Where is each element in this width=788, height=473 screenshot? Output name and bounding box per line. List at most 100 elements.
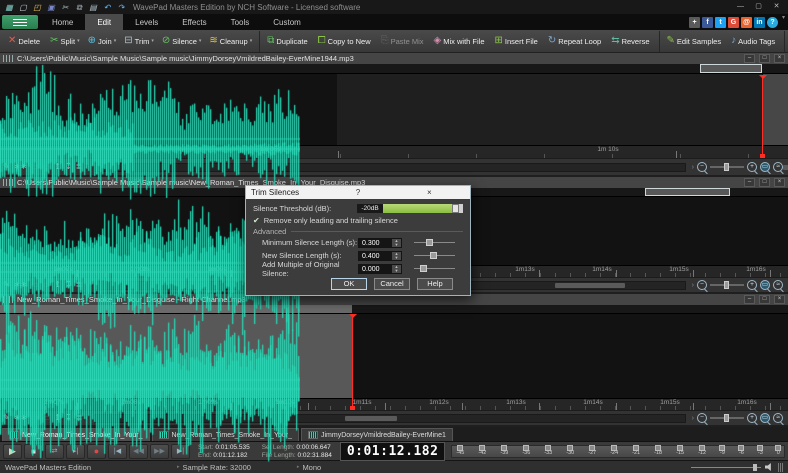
social-more-icon[interactable]: ▾: [782, 14, 785, 30]
zoom-slider[interactable]: [710, 417, 744, 419]
toolbar-button[interactable]: ⊘ Silence ▾: [158, 31, 206, 52]
cut-icon[interactable]: ✂: [59, 2, 71, 13]
toolbar-button[interactable]: ⎘ Paste Mix: [377, 31, 430, 52]
overview-window-indicator[interactable]: [645, 188, 730, 196]
track-3-overview[interactable]: [0, 305, 788, 314]
track-minimize-button[interactable]: –: [744, 295, 755, 304]
zoom-selection-button[interactable]: ▭: [760, 280, 770, 290]
track-minimize-button[interactable]: –: [744, 178, 755, 187]
zoom-slider[interactable]: [710, 166, 744, 168]
scroll-right-arrow[interactable]: ›: [692, 281, 694, 290]
close-button[interactable]: ✕: [768, 1, 785, 13]
scrollbar-thumb[interactable]: [345, 416, 397, 421]
zoom-in-button[interactable]: +: [747, 162, 757, 172]
spin-down-icon[interactable]: ▼: [392, 269, 401, 273]
main-menu-button[interactable]: [2, 15, 38, 29]
redo-icon[interactable]: ↷: [115, 2, 127, 13]
dialog-help-icon[interactable]: ?: [322, 188, 393, 197]
scrollbar-thumb[interactable]: [555, 283, 625, 288]
paste-icon[interactable]: ▤: [87, 2, 99, 13]
min-silence-input[interactable]: 0.300 ▲▼: [358, 238, 402, 248]
zoom-full-button[interactable]: ≈: [773, 162, 783, 172]
zoom-selection-button[interactable]: ▭: [760, 413, 770, 423]
toolbar-button[interactable]: ◈ Mix with File: [430, 31, 491, 52]
toolbar-button[interactable]: ✕ Delete: [4, 31, 46, 52]
ribbon-tab[interactable]: Edit: [85, 14, 123, 30]
toolbar-button[interactable]: ✎ Edit Samples: [659, 31, 728, 52]
zoom-in-button[interactable]: +: [747, 280, 757, 290]
maximize-button[interactable]: ▢: [750, 1, 767, 13]
copy-icon[interactable]: ⧉: [73, 2, 85, 13]
threshold-slider[interactable]: -20dB: [357, 204, 463, 213]
toolbar-button[interactable]: ↻ Repeat Loop: [544, 31, 607, 52]
threshold-slider-handle[interactable]: [452, 204, 459, 213]
track-1-waveform[interactable]: [0, 74, 788, 145]
new-silence-input[interactable]: 0.400 ▲▼: [358, 251, 402, 261]
new-silence-slider[interactable]: [414, 255, 455, 256]
ribbon-tab[interactable]: Custom: [261, 14, 313, 30]
dialog-close-icon[interactable]: ×: [394, 188, 465, 197]
ribbon-tab[interactable]: Effects: [170, 14, 218, 30]
track-maximize-button[interactable]: □: [759, 178, 770, 187]
zoom-out-button[interactable]: −: [697, 162, 707, 172]
track-3-waveform[interactable]: [0, 314, 788, 398]
zoom-slider[interactable]: [710, 284, 744, 286]
toolbar-button[interactable]: ⊕ Join ▾: [84, 31, 121, 52]
toolbar-button[interactable]: ▤ Regions ▾: [784, 31, 788, 52]
save-icon[interactable]: ▣: [45, 2, 57, 13]
help-button[interactable]: Help: [417, 278, 453, 290]
toolbar-button[interactable]: ⧉ Duplicate: [259, 31, 313, 52]
toolbar-button[interactable]: ⇆ Reverse: [607, 31, 655, 52]
zoom-out-button[interactable]: −: [697, 280, 707, 290]
minimize-button[interactable]: —: [732, 1, 749, 13]
track-close-button[interactable]: ×: [774, 178, 785, 187]
playhead-cursor[interactable]: [762, 75, 763, 158]
zoom-out-button[interactable]: −: [697, 413, 707, 423]
zoom-full-button[interactable]: ≈: [773, 280, 783, 290]
undo-icon[interactable]: ↶: [101, 2, 113, 13]
doc-tab-3[interactable]: JimmyDorseyVmildredBailey-EverMine1: [301, 428, 453, 441]
new-file-icon[interactable]: ▢: [17, 2, 29, 13]
title-bar: ▦ ▢ ◰ ▣ ✂ ⧉: [0, 0, 788, 14]
speaker-icon[interactable]: [765, 463, 774, 472]
toolbar-button[interactable]: ⧠ Copy to New: [314, 31, 377, 52]
overview-window-indicator[interactable]: [700, 64, 762, 73]
meter-tick-label: -45: [456, 450, 464, 457]
channel-mode-selector[interactable]: ▸ Mono: [297, 463, 321, 472]
track-1-overview[interactable]: [0, 64, 788, 74]
track-minimize-button[interactable]: –: [744, 54, 755, 63]
file-waveform-icon: [308, 431, 318, 439]
track-close-button[interactable]: ×: [774, 295, 785, 304]
dialog-title-bar[interactable]: Trim Silences ? ×: [246, 186, 470, 199]
ribbon-tab[interactable]: Home: [40, 14, 85, 30]
add-multiple-slider[interactable]: [414, 268, 455, 269]
scroll-right-arrow[interactable]: ›: [692, 414, 694, 423]
add-multiple-input[interactable]: 0.000 ▲▼: [358, 264, 402, 274]
track-maximize-button[interactable]: □: [759, 54, 770, 63]
toolbar-icon: ⧠: [318, 36, 326, 46]
zoom-full-button[interactable]: ≈: [773, 413, 783, 423]
track-close-button[interactable]: ×: [774, 54, 785, 63]
scroll-right-arrow[interactable]: ›: [692, 163, 694, 172]
toolbar-button[interactable]: ♪ Audio Tags: [727, 31, 781, 52]
ribbon-tab[interactable]: Tools: [219, 14, 262, 30]
spin-down-icon[interactable]: ▼: [392, 256, 401, 260]
app-icon[interactable]: ▦: [3, 2, 15, 13]
track-maximize-button[interactable]: □: [759, 295, 770, 304]
cancel-button[interactable]: Cancel: [374, 278, 410, 290]
min-silence-slider[interactable]: [414, 242, 455, 243]
toolbar-button[interactable]: ⊟ Trim ▾: [120, 31, 158, 52]
zoom-selection-button[interactable]: ▭: [760, 162, 770, 172]
zoom-in-button[interactable]: +: [747, 413, 757, 423]
toolbar-button[interactable]: ⊞ Insert File: [491, 31, 544, 52]
playhead-cursor[interactable]: [352, 314, 353, 410]
volume-slider[interactable]: [691, 467, 761, 468]
toolbar-button[interactable]: ≋ Cleanup ▾: [205, 31, 256, 52]
ribbon-tab[interactable]: Levels: [123, 14, 170, 30]
leading-trailing-checkbox[interactable]: ✔ Remove only leading and trailing silen…: [253, 215, 463, 226]
scrollbar-thumb[interactable]: [783, 165, 788, 170]
ok-button[interactable]: OK: [331, 278, 367, 290]
spin-down-icon[interactable]: ▼: [392, 243, 401, 247]
toolbar-button[interactable]: ✂ Split ▾: [46, 31, 84, 52]
open-file-icon[interactable]: ◰: [31, 2, 43, 13]
